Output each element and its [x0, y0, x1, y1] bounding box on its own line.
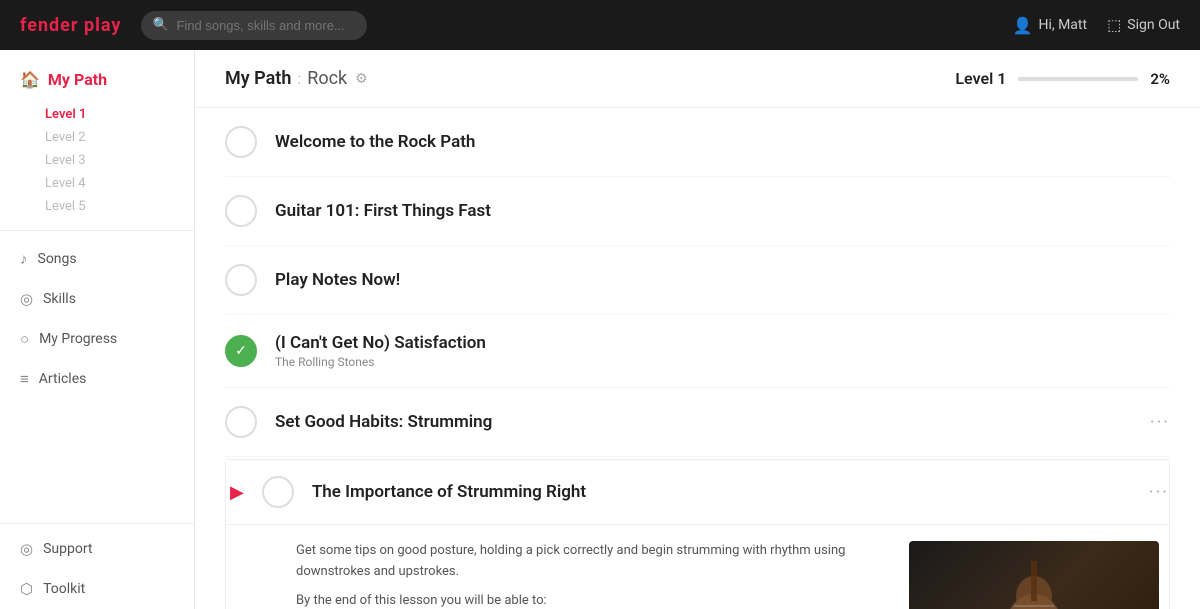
sidebar-level-4[interactable]: Level 4 — [45, 172, 194, 195]
expanded-lesson-description: Get some tips on good posture, holding a… — [296, 541, 889, 609]
title-separator: : — [297, 69, 301, 88]
progress-icon: ○ — [20, 330, 29, 348]
header-right: 👤 Hi, Matt ⬚ Sign Out — [1013, 16, 1180, 35]
sidebar-divider-1 — [0, 230, 194, 231]
page-subtitle: Rock — [307, 68, 347, 89]
expanded-circle — [262, 476, 294, 508]
sidebar-level-2[interactable]: Level 2 — [45, 126, 194, 149]
sidebar-item-support[interactable]: ◎ Support — [0, 529, 194, 569]
progress-percent: 2% — [1150, 70, 1170, 88]
signout-button[interactable]: ⬚ Sign Out — [1107, 16, 1180, 34]
articles-icon: ≡ — [20, 370, 29, 388]
lesson-item-3[interactable]: Play Notes Now! — [225, 246, 1170, 315]
play-icon[interactable]: ▶ — [230, 482, 244, 503]
expanded-lesson-body: Get some tips on good posture, holding a… — [226, 525, 1169, 609]
progress-bar — [1018, 77, 1138, 81]
check-icon-4: ✓ — [235, 343, 247, 359]
expanded-lesson-more[interactable]: ··· — [1149, 482, 1169, 503]
page-title: My Path — [225, 68, 291, 89]
page-header: My Path : Rock ⚙ Level 1 2% — [195, 50, 1200, 108]
sidebar-level-5[interactable]: Level 5 — [45, 195, 194, 218]
signout-icon: ⬚ — [1107, 16, 1121, 34]
logo-text: fender — [20, 15, 79, 36]
lesson-item-4[interactable]: ✓ (I Can't Get No) Satisfaction The Roll… — [225, 315, 1170, 388]
progress-label: My Progress — [39, 331, 117, 347]
lesson-title-2: Guitar 101: First Things Fast — [275, 201, 491, 221]
sidebar-mypath[interactable]: 🏠 My Path — [0, 60, 194, 99]
search-input[interactable] — [141, 11, 367, 40]
main-layout: 🏠 My Path Level 1 Level 2 Level 3 Level … — [0, 50, 1200, 609]
skills-label: Skills — [43, 291, 76, 307]
lesson-title-4: (I Can't Get No) Satisfaction — [275, 333, 486, 353]
lesson-more-5[interactable]: ··· — [1150, 412, 1170, 433]
expanded-lesson-header: ▶ The Importance of Strumming Right ··· — [226, 460, 1169, 525]
sidebar-level-3[interactable]: Level 3 — [45, 149, 194, 172]
gear-icon[interactable]: ⚙ — [355, 71, 368, 87]
lesson-circle-1 — [225, 126, 257, 158]
mypath-label: My Path — [48, 70, 107, 89]
lesson-circle-2 — [225, 195, 257, 227]
lesson-item-1[interactable]: Welcome to the Rock Path — [225, 108, 1170, 177]
lesson-item-5[interactable]: Set Good Habits: Strumming ··· — [225, 388, 1170, 457]
lesson-circle-4: ✓ — [225, 335, 257, 367]
level-progress: Level 1 2% — [955, 69, 1170, 88]
support-label: Support — [43, 541, 92, 557]
sidebar-levels: Level 1 Level 2 Level 3 Level 4 Level 5 — [0, 99, 194, 222]
lesson-item-2[interactable]: Guitar 101: First Things Fast — [225, 177, 1170, 246]
songs-icon: ♪ — [20, 250, 28, 268]
lesson-circle-5 — [225, 406, 257, 438]
lesson-circle-3 — [225, 264, 257, 296]
expanded-lesson: ▶ The Importance of Strumming Right ··· … — [225, 459, 1170, 609]
search-icon: 🔍 — [152, 18, 168, 33]
toolkit-icon: ⬡ — [20, 580, 33, 598]
songs-label: Songs — [38, 251, 77, 267]
level-label: Level 1 — [955, 69, 1006, 88]
lesson-title-1: Welcome to the Rock Path — [275, 132, 475, 152]
toolkit-label: Toolkit — [43, 581, 85, 597]
user-name: Hi, Matt — [1038, 17, 1087, 33]
sidebar-level-1[interactable]: Level 1 — [45, 103, 194, 126]
lesson-description-text: Get some tips on good posture, holding a… — [296, 541, 889, 583]
sidebar-item-my-progress[interactable]: ○ My Progress — [0, 319, 194, 359]
sidebar-item-articles[interactable]: ≡ Articles — [0, 359, 194, 399]
sidebar-bottom: ◎ Support ⬡ Toolkit — [0, 523, 194, 609]
support-icon: ◎ — [20, 540, 33, 558]
guitar-svg — [974, 551, 1094, 609]
articles-label: Articles — [39, 371, 87, 387]
logo-play-text: play — [84, 15, 121, 36]
fender-logo: fender play — [20, 15, 121, 36]
sidebar: 🏠 My Path Level 1 Level 2 Level 3 Level … — [0, 50, 195, 609]
main-content: My Path : Rock ⚙ Level 1 2% Welcome to t… — [195, 50, 1200, 609]
expanded-lesson-title: The Importance of Strumming Right — [312, 482, 586, 502]
lesson-artist-4: The Rolling Stones — [275, 355, 486, 369]
lesson-title-5: Set Good Habits: Strumming — [275, 412, 492, 432]
lesson-thumbnail — [909, 541, 1159, 609]
sidebar-item-skills[interactable]: ◎ Skills — [0, 279, 194, 319]
signout-label: Sign Out — [1127, 17, 1180, 33]
skills-icon: ◎ — [20, 290, 33, 308]
user-icon: 👤 — [1013, 16, 1033, 35]
user-greeting: 👤 Hi, Matt — [1013, 16, 1088, 35]
lesson-title-3: Play Notes Now! — [275, 270, 400, 290]
lesson-info-4: (I Can't Get No) Satisfaction The Rollin… — [275, 333, 486, 369]
search-wrap: 🔍 — [141, 11, 481, 40]
thumbnail-image — [909, 541, 1159, 609]
progress-bar-fill — [1018, 77, 1020, 81]
home-icon: 🏠 — [20, 70, 40, 89]
sidebar-item-songs[interactable]: ♪ Songs — [0, 239, 194, 279]
app-header: fender play 🔍 👤 Hi, Matt ⬚ Sign Out — [0, 0, 1200, 50]
lesson-list: Welcome to the Rock Path Guitar 101: Fir… — [195, 108, 1200, 609]
sidebar-item-toolkit[interactable]: ⬡ Toolkit — [0, 569, 194, 609]
lesson-objectives-intro: By the end of this lesson you will be ab… — [296, 591, 889, 609]
